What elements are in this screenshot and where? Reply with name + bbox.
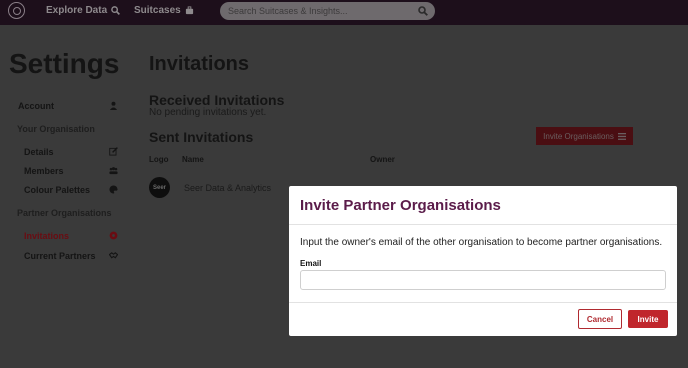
column-header-name: Name [182, 155, 204, 164]
search-input[interactable] [228, 4, 418, 18]
org-logo: Seer [149, 177, 170, 198]
handshake-icon [109, 252, 118, 259]
search-icon [111, 6, 121, 15]
modal-description: Input the owner's email of the other org… [300, 237, 663, 248]
org-name: Seer Data & Analytics [184, 183, 272, 193]
modal-divider [289, 302, 677, 303]
column-header-logo: Logo [149, 155, 169, 164]
sidebar-item-current-partners[interactable]: Current Partners [24, 251, 96, 261]
invite-organisations-button[interactable]: Invite Organisations [536, 127, 633, 145]
sidebar-item-label: Current Partners [24, 251, 96, 261]
search-icon[interactable] [418, 6, 428, 16]
cancel-button[interactable]: Cancel [578, 309, 622, 329]
search-bar [220, 2, 435, 20]
invite-button[interactable]: Invite [628, 310, 668, 328]
invite-partner-modal: Invite Partner Organisations Input the o… [289, 186, 677, 336]
modal-divider [289, 224, 677, 225]
nav-suitcases-label: Suitcases [134, 5, 181, 16]
invite-organisations-label: Invite Organisations [543, 131, 614, 141]
nav-suitcases[interactable]: Suitcases [134, 5, 194, 16]
email-field[interactable] [300, 270, 666, 290]
palette-icon [109, 185, 118, 194]
top-navbar: Explore Data Suitcases [0, 0, 688, 25]
nav-explore-label: Explore Data [46, 5, 108, 16]
modal-title: Invite Partner Organisations [300, 197, 501, 214]
sidebar-item-label: Members [24, 166, 64, 176]
sidebar-item-label: Invitations [24, 231, 70, 241]
received-invitations-title: Received Invitations [149, 92, 285, 108]
sidebar-item-label: Colour Palettes [24, 185, 91, 195]
list-icon [617, 132, 626, 140]
suitcase-icon [185, 6, 193, 15]
sidebar-item-account[interactable]: Account [18, 101, 54, 111]
invitation-icon [109, 231, 118, 240]
sidebar-item-members[interactable]: Members [24, 166, 64, 176]
sidebar-item-colour-palettes[interactable]: Colour Palettes [24, 185, 90, 195]
page-title: Settings [9, 48, 120, 79]
user-icon [109, 101, 118, 110]
nav-explore-data[interactable]: Explore Data [46, 5, 121, 16]
sent-invitations-title: Sent Invitations [149, 129, 254, 145]
sidebar-item-label: Details [24, 147, 54, 157]
sidebar-item-details[interactable]: Details [24, 147, 54, 157]
sidebar-heading-partner-organisations: Partner Organisations [17, 208, 112, 218]
sidebar-item-invitations[interactable]: Invitations [24, 231, 69, 241]
section-title: Invitations [149, 53, 250, 75]
users-icon [109, 167, 118, 175]
sidebar-heading-your-organisation: Your Organisation [17, 124, 95, 134]
column-header-owner: Owner [370, 155, 395, 164]
email-label: Email [300, 259, 322, 268]
sidebar-item-label: Account [18, 101, 54, 111]
edit-icon [109, 147, 118, 156]
received-empty-message: No pending invitations yet. [149, 107, 267, 118]
app-logo-icon[interactable] [8, 2, 25, 19]
